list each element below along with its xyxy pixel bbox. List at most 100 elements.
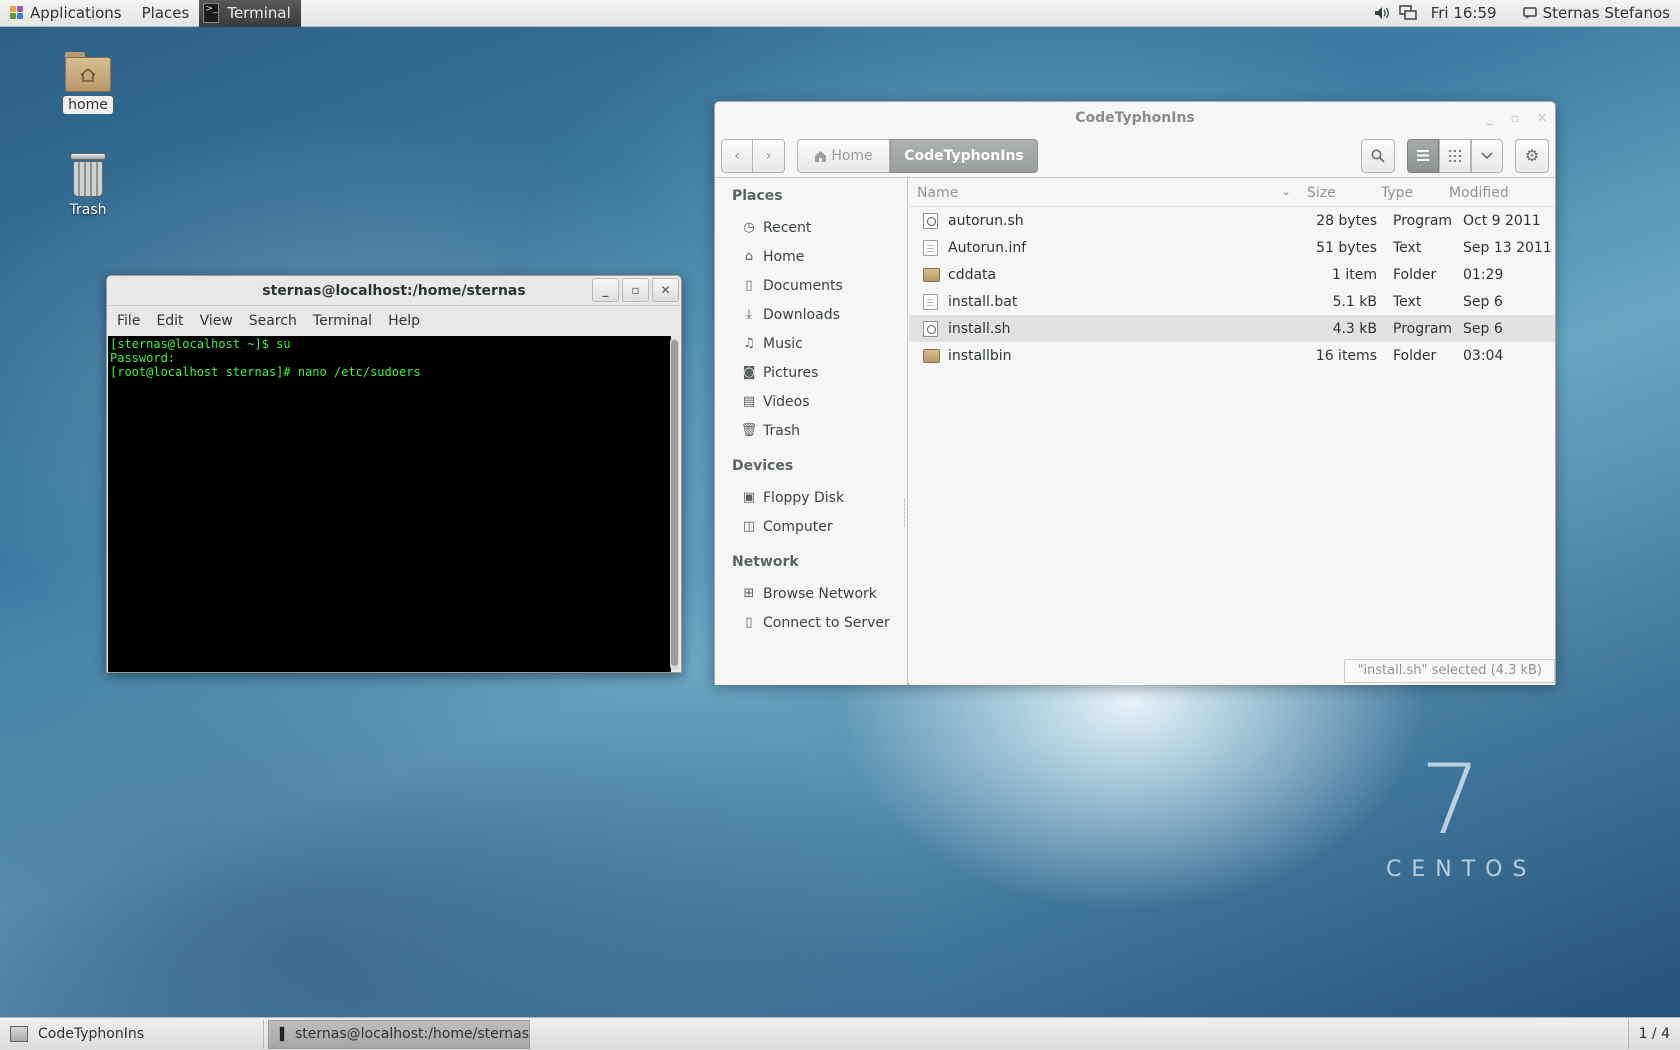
task-terminal[interactable]: sternas@localhost:/home/sternas [268,1019,530,1049]
search-icon [1371,149,1385,163]
column-size[interactable]: Size [1299,185,1377,201]
menu-search[interactable]: Search [241,313,305,329]
file-row[interactable]: install.bat 5.1 kB Text Sep 6 [909,288,1555,315]
sidebar-item-computer[interactable]: ◫ Computer [715,512,907,541]
menu-terminal[interactable]: Terminal [305,313,380,329]
sidebar-item-label: Pictures [763,364,819,381]
user-status-icon [1521,4,1539,22]
menu-view[interactable]: View [192,313,241,329]
task-file-manager[interactable]: CodeTyphonIns [0,1019,264,1049]
terminal-screen[interactable]: [sternas@localhost ~]$ su Password: [roo… [108,336,671,672]
user-menu[interactable]: Sternas Stefanos [1507,0,1680,27]
file-size: 1 item [1332,266,1377,283]
file-manager-title: CodeTyphonIns [1075,110,1195,126]
file-manager-titlebar[interactable]: CodeTyphonIns _ ▫ ✕ [715,102,1555,134]
list-icon [1417,150,1429,161]
close-icon: ✕ [660,283,671,297]
terminal-window[interactable]: sternas@localhost:/home/sternas _ ▫ ✕ Fi… [106,275,682,673]
file-row[interactable]: autorun.sh 28 bytes Program Oct 9 2011 [909,207,1555,234]
sidebar-item-connect-server[interactable]: ▯ Connect to Server [715,608,907,637]
menu-file[interactable]: File [109,313,148,329]
sidebar-header-network: Network [732,554,799,570]
file-manager-window[interactable]: CodeTyphonIns _ ▫ ✕ ‹ › Home CodeTyphonI… [714,101,1556,685]
file-type: Program [1393,320,1453,337]
terminal-scrollbar[interactable] [670,338,679,670]
gear-icon: ⚙ [1524,146,1540,165]
list-view-button[interactable] [1407,138,1439,173]
file-type: Text [1393,239,1422,256]
pane-splitter[interactable] [904,499,906,527]
file-type: Text [1393,293,1422,310]
sidebar-item-trash[interactable]: 🗑 Trash [715,416,907,445]
menu-help[interactable]: Help [380,313,428,329]
clock[interactable]: Fri 16:59 [1421,0,1507,27]
scrollbar-thumb[interactable] [671,340,678,666]
file-size: 4.3 kB [1332,320,1377,337]
terminal-line: Password: [110,351,176,365]
search-button[interactable] [1361,138,1395,173]
terminal-title: sternas@localhost:/home/sternas [262,283,526,299]
sidebar-item-recent[interactable]: ◷ Recent [715,213,907,242]
close-icon[interactable]: ✕ [1537,102,1547,134]
minimize-icon[interactable]: _ [1487,102,1493,134]
file-row-selected[interactable]: install.sh 4.3 kB Program Sep 6 [909,315,1555,342]
column-name[interactable]: Name ⌄ [909,184,1299,201]
maximize-button[interactable]: ▫ [622,278,649,302]
column-modified[interactable]: Modified [1449,185,1549,201]
volume-icon[interactable] [1373,4,1391,22]
sidebar-header-places: Places [732,188,783,204]
breadcrumb-home[interactable]: Home [797,138,890,173]
column-size-label: Size [1307,184,1336,201]
sidebar-item-documents[interactable]: ▯ Documents [715,271,907,300]
sidebar-item-floppy[interactable]: ▣ Floppy Disk [715,483,907,512]
menu-edit[interactable]: Edit [148,313,191,329]
chevron-left-icon: ‹ [734,147,740,164]
sidebar-item-pictures[interactable]: ◙ Pictures [715,358,907,387]
file-size: 16 items [1315,347,1377,364]
sidebar-item-home[interactable]: ⌂ Home [715,242,907,271]
forward-button[interactable]: › [753,138,785,173]
desktop-trash-icon[interactable]: Trash [43,153,133,219]
grid-view-button[interactable] [1439,138,1471,173]
applications-menu[interactable]: Applications [0,0,132,27]
file-row[interactable]: Autorun.inf 51 bytes Text Sep 13 2011 [909,234,1555,261]
close-button[interactable]: ✕ [652,278,679,302]
file-row[interactable]: installbin 16 items Folder 03:04 [909,342,1555,369]
view-options-button[interactable] [1471,138,1503,173]
file-row[interactable]: cddata 1 item Folder 01:29 [909,261,1555,288]
back-button[interactable]: ‹ [721,138,753,173]
file-name: installbin [948,347,1012,364]
sidebar-item-label: Videos [763,393,810,410]
music-icon: ♫ [743,336,755,351]
file-manager-icon [10,1026,28,1042]
desktop-trash-label: Trash [69,202,107,218]
maximize-icon[interactable]: ▫ [1511,102,1519,134]
settings-button[interactable]: ⚙ [1515,138,1549,173]
sidebar-item-downloads[interactable]: ⤓ Downloads [715,300,907,329]
film-icon: ▤ [742,394,756,409]
sidebar: Places ◷ Recent ⌂ Home ▯ Documents ⤓ Downloa… [715,179,908,685]
terminal-icon: >_ [203,3,220,23]
terminal-menubar: File Edit View Search Terminal Help [107,306,681,335]
sidebar-item-label: Music [763,335,803,352]
workspace-indicator[interactable]: 1 / 4 [1627,1019,1680,1049]
sidebar-item-label: Trash [763,422,800,439]
network-status-icon[interactable] [1398,4,1417,22]
sidebar-item-label: Floppy Disk [763,489,845,506]
places-menu[interactable]: Places [132,0,200,27]
clock-label: Fri 16:59 [1430,4,1497,22]
centos-logo-text: CENTOS [1386,857,1537,882]
active-app-menu[interactable]: >_ Terminal [199,0,301,27]
folder-icon [923,267,940,282]
sidebar-item-browse-network[interactable]: ⊞ Browse Network [715,579,907,608]
top-bar: Applications Places >_ Terminal Fri 16:5… [0,0,1680,27]
terminal-titlebar[interactable]: sternas@localhost:/home/sternas _ ▫ ✕ [107,276,681,306]
sidebar-item-videos[interactable]: ▤ Videos [715,387,907,416]
desktop-home-label: home [63,96,113,114]
minimize-button[interactable]: _ [592,278,619,302]
grid-icon [1449,149,1461,162]
desktop-home-icon[interactable]: home [43,52,133,114]
sidebar-item-music[interactable]: ♫ Music [715,329,907,358]
column-type[interactable]: Type [1377,185,1449,201]
breadcrumb-current[interactable]: CodeTyphonIns [890,138,1038,173]
